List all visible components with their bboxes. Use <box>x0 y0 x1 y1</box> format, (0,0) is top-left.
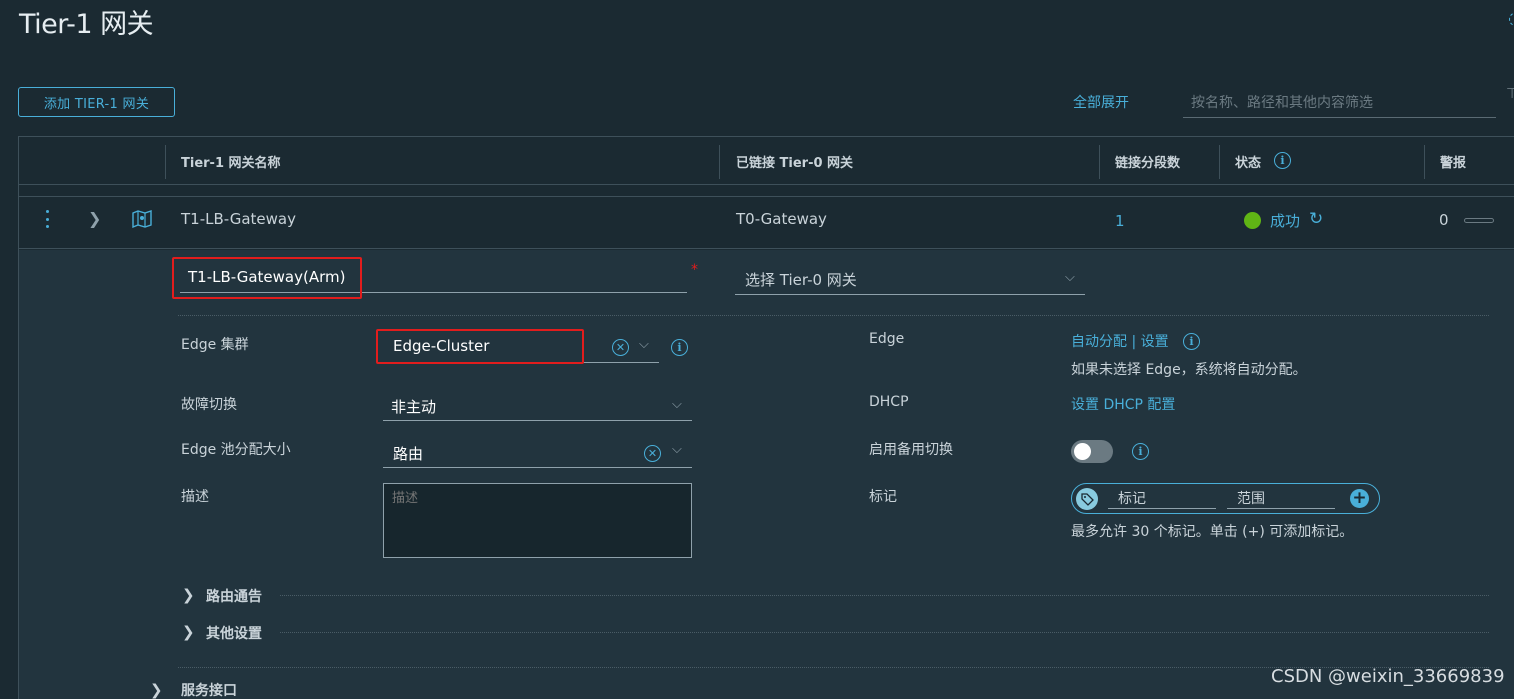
status-success-icon <box>1244 212 1261 229</box>
add-tag-button[interactable]: + <box>1350 489 1369 508</box>
chevron-down-icon[interactable]: ⌵ <box>672 442 682 457</box>
edge-cluster-label: Edge 集群 <box>181 337 249 353</box>
column-header-name[interactable]: Tier-1 网关名称 <box>181 152 281 171</box>
edge-auto-assign-link[interactable]: 自动分配 | 设置 <box>1071 331 1169 351</box>
expand-all-link[interactable]: 全部展开 <box>1073 92 1129 112</box>
edge-hint: 如果未选择 Edge，系统将自动分配。 <box>1071 362 1307 378</box>
status-text: 成功 <box>1270 212 1301 230</box>
failover-label: 故障切换 <box>181 397 237 413</box>
segments-count-link[interactable]: 1 <box>1115 212 1125 230</box>
chevron-down-icon[interactable]: ⌵ <box>639 337 649 352</box>
tag-icon <box>1076 488 1098 510</box>
column-separator[interactable] <box>719 145 720 179</box>
standby-info-icon[interactable]: i <box>1132 443 1149 460</box>
required-marker: * <box>691 262 698 278</box>
status-info-icon[interactable]: i <box>1274 152 1291 169</box>
divider <box>280 632 1489 633</box>
row-actions-menu-icon[interactable] <box>40 207 54 231</box>
chevron-down-icon[interactable]: ⌵ <box>672 397 682 412</box>
description-label: 描述 <box>181 489 209 505</box>
row-expand-chevron-icon[interactable]: ❯ <box>88 209 101 228</box>
dhcp-config-link[interactable]: 设置 DHCP 配置 <box>1071 394 1175 414</box>
tags-hint: 最多允许 30 个标记。单击 (+) 可添加标记。 <box>1071 524 1354 540</box>
chevron-right-icon[interactable]: ❯ <box>182 586 195 604</box>
tags-label: 标记 <box>869 489 897 505</box>
description-textarea[interactable] <box>383 483 692 558</box>
column-separator[interactable] <box>165 145 166 179</box>
standby-relocation-label: 启用备用切换 <box>869 442 953 458</box>
scope-input-underline <box>1227 508 1335 509</box>
column-header-status[interactable]: 状态 <box>1235 152 1261 171</box>
alarm-count: 0 <box>1439 211 1449 229</box>
watermark: CSDN @weixin_33669839 <box>1271 666 1505 687</box>
failover-select[interactable]: 非主动 <box>391 396 436 417</box>
edge-cluster-select[interactable]: Edge-Cluster <box>393 337 489 355</box>
dhcp-label: DHCP <box>869 394 909 410</box>
column-separator[interactable] <box>1424 145 1425 179</box>
alarm-bar <box>1464 218 1494 223</box>
column-header-alarms[interactable]: 警报 <box>1440 152 1466 171</box>
section-route-advertisement[interactable]: 路由通告 <box>206 586 262 606</box>
section-other-settings[interactable]: 其他设置 <box>206 623 262 643</box>
section-service-interfaces[interactable]: 服务接口 <box>181 680 237 699</box>
add-tier1-gateway-button[interactable]: 添加 TIER-1 网关 <box>18 87 175 117</box>
clear-icon[interactable]: ✕ <box>612 339 629 356</box>
column-header-linked-t0[interactable]: 已链接 Tier-0 网关 <box>736 152 853 171</box>
edge-info-icon[interactable]: i <box>1183 333 1200 350</box>
edge-cluster-info-icon[interactable]: i <box>671 339 688 356</box>
column-separator[interactable] <box>1219 145 1220 179</box>
topology-map-icon[interactable] <box>132 210 152 232</box>
column-header-segments[interactable]: 链接分段数 <box>1115 152 1180 171</box>
linked-t0-cell: T0-Gateway <box>736 210 827 228</box>
tier0-select-underline <box>735 294 1085 295</box>
pool-size-underline <box>383 467 692 468</box>
column-separator[interactable] <box>1099 145 1100 179</box>
tag-input-underline <box>1108 508 1216 509</box>
divider <box>280 595 1489 596</box>
help-icon[interactable]: ◌ <box>1508 8 1514 29</box>
gateway-name-cell: T1-LB-Gateway <box>181 210 296 228</box>
tier0-select[interactable]: 选择 Tier-0 网关 <box>745 269 857 290</box>
edge-label: Edge <box>869 331 905 347</box>
failover-underline <box>383 420 692 421</box>
toggle-knob <box>1074 443 1091 460</box>
chevron-right-icon[interactable]: ❯ <box>182 623 195 641</box>
page-title: Tier-1 网关 <box>19 9 154 40</box>
filter-icon[interactable]: ⊤ <box>1506 86 1514 102</box>
pool-size-select[interactable]: 路由 <box>393 443 423 464</box>
gateway-name-input[interactable]: T1-LB-Gateway(Arm) <box>188 268 345 286</box>
pool-size-label: Edge 池分配大小 <box>181 442 291 458</box>
chevron-down-icon[interactable]: ⌵ <box>1065 270 1075 285</box>
filter-input[interactable] <box>1183 88 1496 118</box>
chevron-right-icon[interactable]: ❯ <box>150 681 163 699</box>
scope-input[interactable]: 范围 <box>1237 488 1265 508</box>
refresh-status-icon[interactable]: ↻ <box>1309 209 1323 229</box>
tag-input[interactable]: 标记 <box>1118 488 1146 508</box>
clear-icon[interactable]: ✕ <box>644 445 661 462</box>
divider <box>178 315 1489 316</box>
